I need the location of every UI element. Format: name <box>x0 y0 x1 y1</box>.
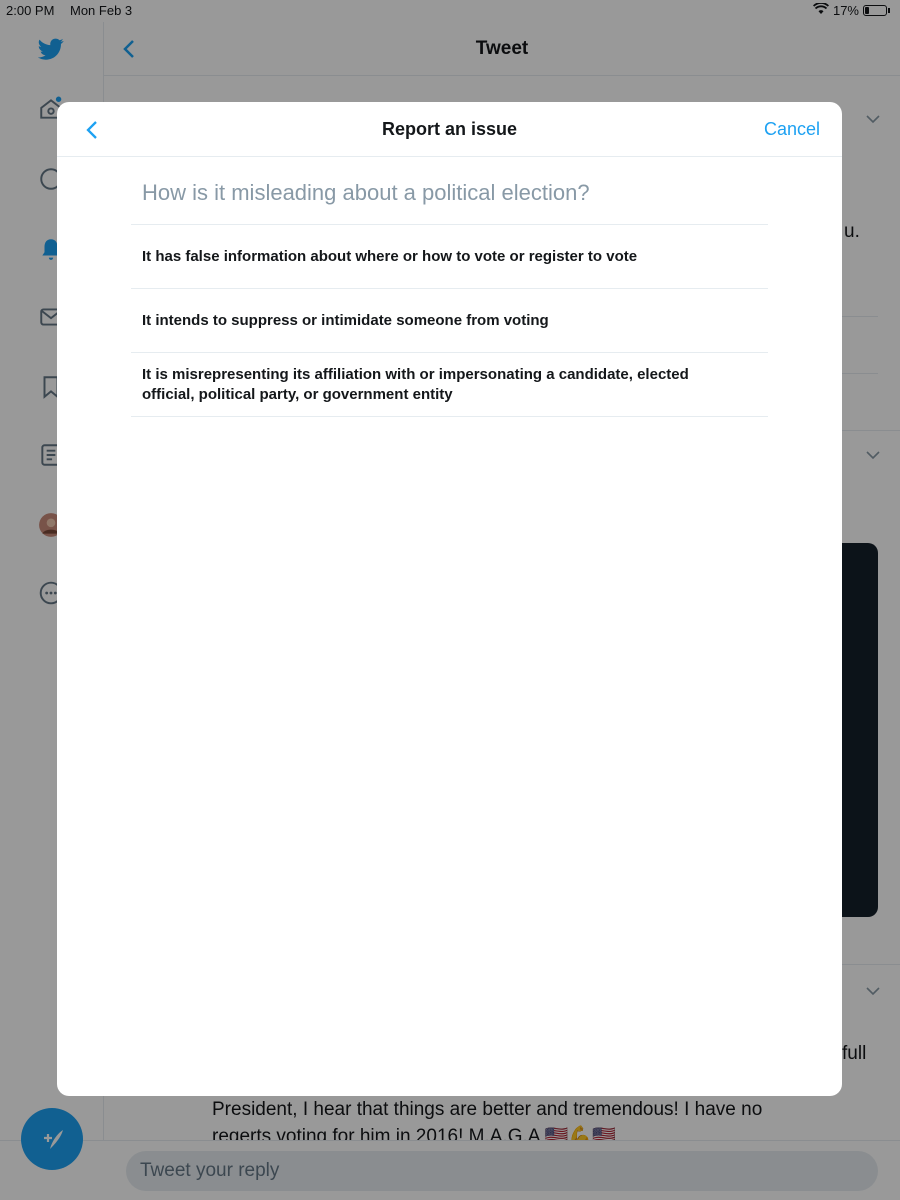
modal-title: Report an issue <box>381 119 518 139</box>
report-modal: Report an issue Cancel How is it mislead… <box>57 102 842 1096</box>
modal-back-button[interactable] <box>81 118 103 142</box>
cancel-button[interactable]: Cancel <box>764 119 820 140</box>
option-voter-suppression[interactable]: It intends to suppress or intimidate som… <box>131 289 768 353</box>
report-question: How is it misleading about a political e… <box>142 180 590 205</box>
option-misrepresenting-affiliation[interactable]: It is misrepresenting its affiliation wi… <box>131 353 768 417</box>
back-chevron-icon <box>86 121 97 139</box>
option-label: It is misrepresenting its affiliation wi… <box>142 365 689 403</box>
modal-header: Report an issue Cancel <box>57 102 842 157</box>
option-false-voting-info[interactable]: It has false information about where or … <box>131 225 768 289</box>
option-label: It intends to suppress or intimidate som… <box>142 311 549 329</box>
option-label: It has false information about where or … <box>142 247 638 265</box>
